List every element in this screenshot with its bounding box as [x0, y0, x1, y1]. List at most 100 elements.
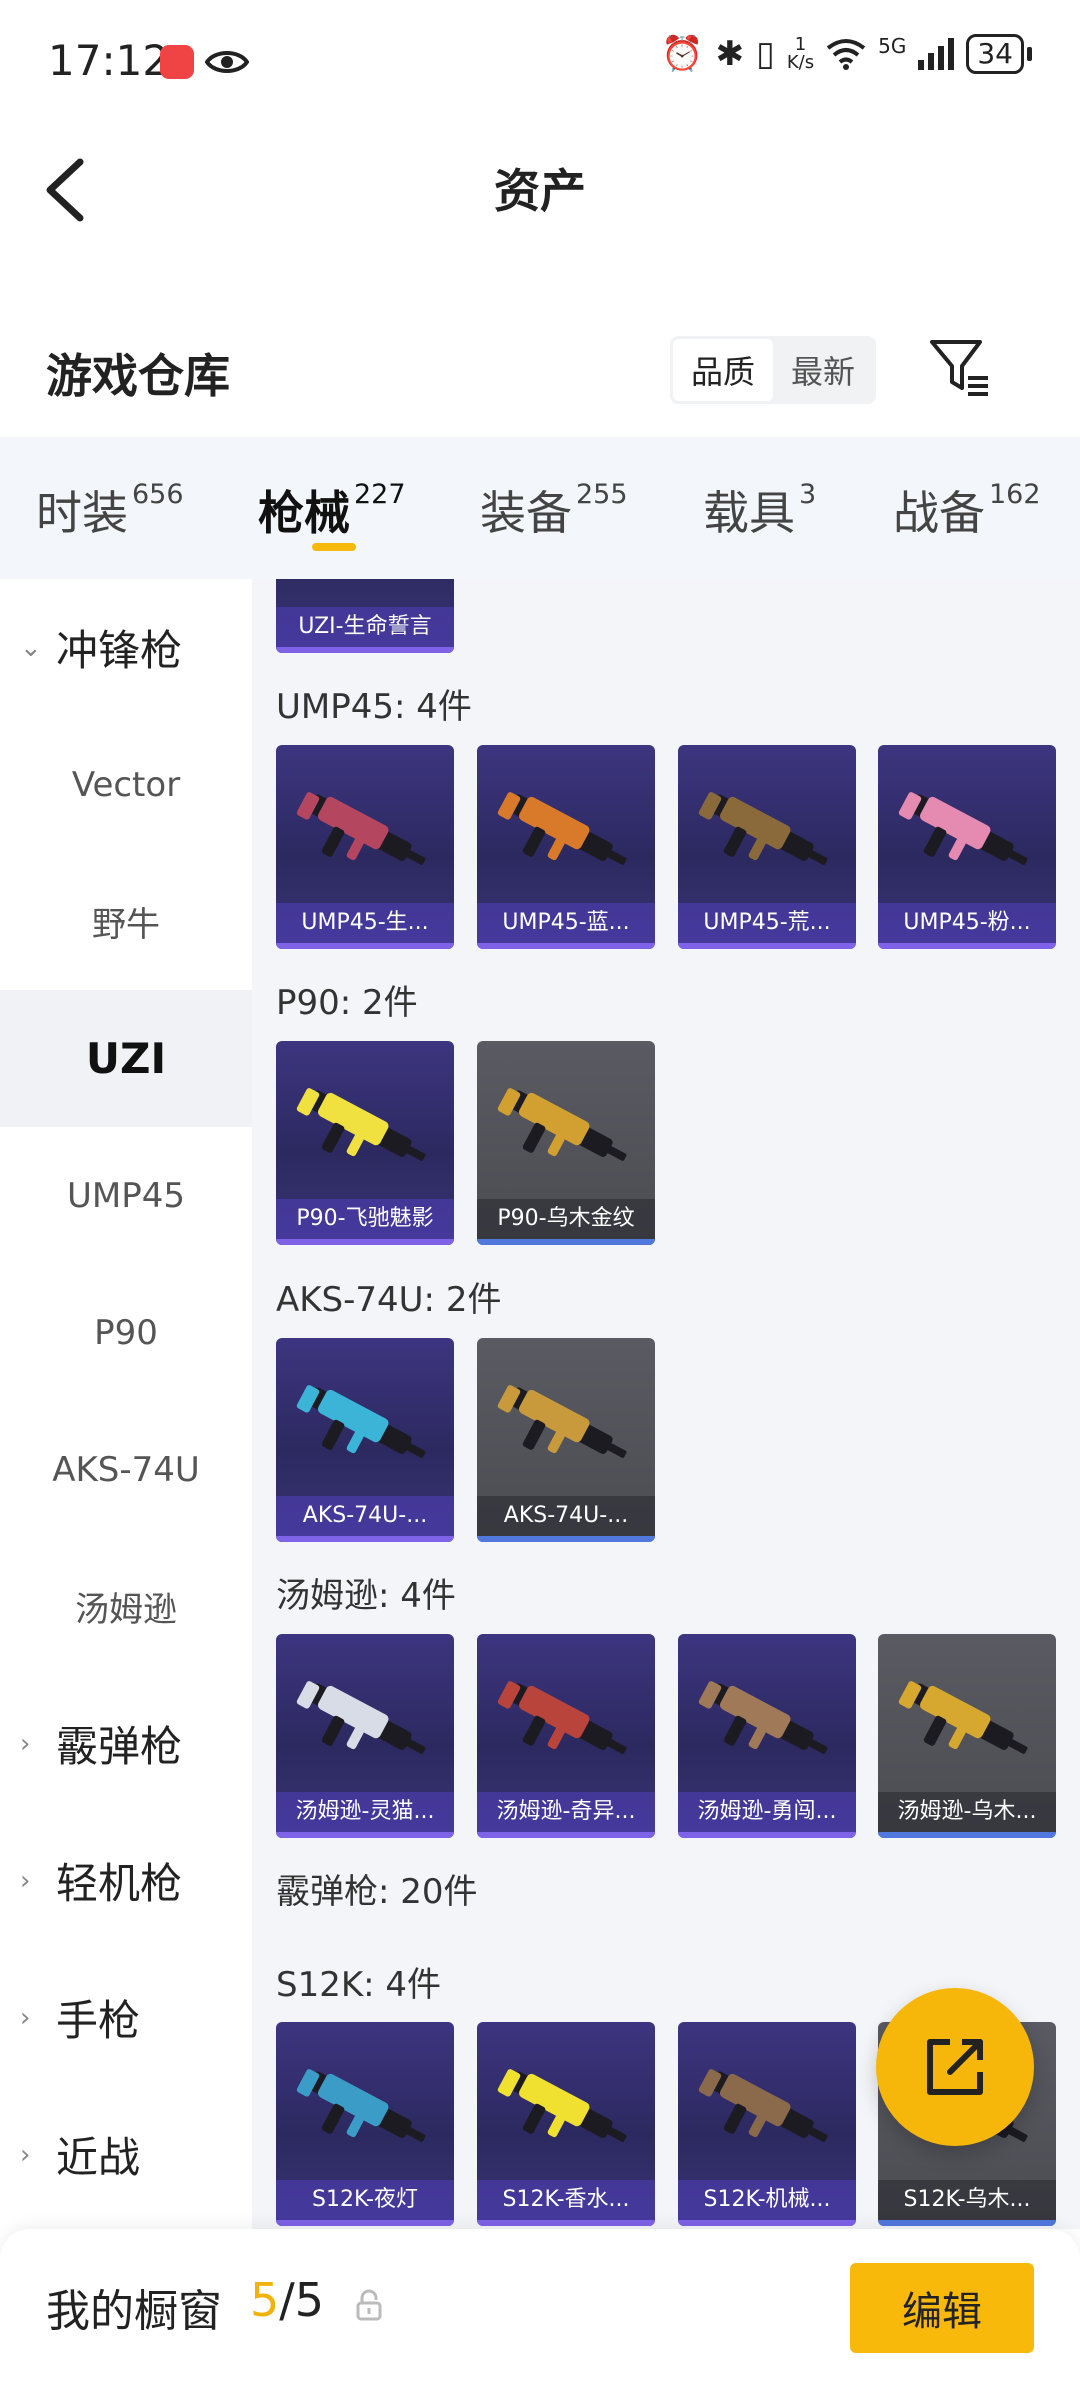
- sidebar-item-label: 汤姆逊: [75, 1590, 177, 1630]
- sidebar-item-label: Vector: [71, 764, 181, 805]
- sort-newest-button[interactable]: 最新: [773, 339, 873, 401]
- weapon-card[interactable]: S12K-夜灯: [276, 2022, 454, 2226]
- weapon-card[interactable]: UMP45-荒...: [678, 745, 856, 949]
- weapon-card-label: UMP45-荒...: [678, 903, 856, 943]
- weapon-card-label: S12K-夜灯: [276, 2180, 454, 2220]
- sidebar-item-p90[interactable]: P90: [0, 1264, 252, 1401]
- sidebar-item-lmg[interactable]: › 轻机枪: [0, 1812, 252, 1949]
- weapon-card-label: AKS-74U-...: [477, 1496, 655, 1536]
- eye-icon: [205, 51, 249, 73]
- weapon-card[interactable]: AKS-74U-...: [477, 1338, 655, 1542]
- gun-icon: [497, 2069, 627, 2142]
- weapon-card[interactable]: UMP45-生...: [276, 745, 454, 949]
- section-title: AKS-74U: 2件: [276, 1280, 502, 1320]
- gun-icon: [898, 1681, 1028, 1754]
- sidebar-item-bizon[interactable]: 野牛: [0, 853, 252, 990]
- lock-icon: [356, 2289, 382, 2321]
- showcase-count-current: 5: [250, 2273, 280, 2327]
- tab-fashion[interactable]: 时装 656: [36, 477, 184, 543]
- gun-icon: [698, 2069, 828, 2142]
- sort-quality-button[interactable]: 品质: [673, 339, 773, 401]
- section-title: P90: 2件: [276, 983, 418, 1023]
- sidebar-item-vector[interactable]: Vector: [0, 716, 252, 853]
- showcase-count: 5/5: [250, 2273, 324, 2327]
- weapon-card-label: S12K-乌木...: [878, 2180, 1056, 2220]
- weapon-card-label: P90-乌木金纹: [477, 1199, 655, 1239]
- sidebar-item-label: P90: [94, 1312, 158, 1353]
- section-title: 汤姆逊: 4件: [276, 1576, 456, 1616]
- sidebar-item-aks74u[interactable]: AKS-74U: [0, 1401, 252, 1538]
- chevron-right-icon: ›: [20, 2002, 31, 2033]
- tab-label: 时装: [36, 486, 128, 540]
- speed-unit: K/s: [786, 52, 815, 73]
- battery-icon: 34: [966, 34, 1032, 74]
- sidebar-item-ump45[interactable]: UMP45: [0, 1127, 252, 1264]
- sidebar-item-melee[interactable]: › 近战: [0, 2086, 252, 2223]
- chevron-down-icon: ⌄: [20, 632, 42, 663]
- weapon-card-label: UZI-生命誓言: [276, 607, 454, 647]
- weapon-card[interactable]: UZI-生命誓言: [276, 579, 454, 653]
- weapon-card[interactable]: S12K-香水...: [477, 2022, 655, 2226]
- gun-icon: [497, 1088, 627, 1161]
- weapon-card-label: 汤姆逊-勇闯...: [678, 1792, 856, 1832]
- weapon-card[interactable]: UMP45-粉...: [878, 745, 1056, 949]
- sort-toggle: 品质 最新: [670, 336, 876, 404]
- weapon-card[interactable]: 汤姆逊-乌木...: [878, 1634, 1056, 1838]
- tab-count: 255: [576, 479, 628, 510]
- sidebar-item-smg[interactable]: ⌄ 冲锋枪: [0, 579, 252, 716]
- tab-label: 载具: [703, 486, 795, 540]
- chevron-right-icon: ›: [20, 2139, 31, 2170]
- bluetooth-icon: ✱: [715, 34, 745, 74]
- tab-label: 战备: [893, 486, 985, 540]
- gun-icon: [497, 1681, 627, 1754]
- showcase-label: 我的橱窗: [46, 2286, 222, 2337]
- weapon-card-label: 汤姆逊-奇异...: [477, 1792, 655, 1832]
- share-button[interactable]: [876, 1988, 1034, 2146]
- tab-count: 656: [132, 479, 184, 510]
- weapon-card-label: UMP45-蓝...: [477, 903, 655, 943]
- weapon-card[interactable]: AKS-74U-...: [276, 1338, 454, 1542]
- sidebar-item-label: AKS-74U: [52, 1449, 200, 1490]
- section-title: S12K: 4件: [276, 1965, 442, 2005]
- gun-icon: [296, 792, 426, 865]
- gun-icon: [296, 1385, 426, 1458]
- gun-icon: [698, 792, 828, 865]
- weapon-card[interactable]: P90-乌木金纹: [477, 1041, 655, 1245]
- vibrate-icon: ▯: [756, 34, 775, 74]
- filter-icon[interactable]: [928, 336, 992, 400]
- showcase-bar: 我的橱窗 5/5 编辑: [0, 2229, 1080, 2382]
- weapon-card[interactable]: 汤姆逊-勇闯...: [678, 1634, 856, 1838]
- sidebar-item-label: 手枪: [56, 1996, 141, 2045]
- chevron-right-icon: ›: [20, 1728, 31, 1759]
- weapon-grid: UZI-生命誓言 UMP45: 4件 UMP45-生... UMP45-蓝...…: [252, 579, 1080, 2229]
- tab-battle-supplies[interactable]: 战备 162: [893, 477, 1041, 543]
- weapon-card-label: 汤姆逊-灵猫...: [276, 1792, 454, 1832]
- tab-count: 227: [354, 479, 406, 510]
- gun-icon: [698, 1681, 828, 1754]
- tab-label: 枪械: [258, 486, 350, 540]
- gun-icon: [296, 2069, 426, 2142]
- weapon-card[interactable]: UMP45-蓝...: [477, 745, 655, 949]
- weapon-card[interactable]: P90-飞驰魅影: [276, 1041, 454, 1245]
- chevron-right-icon: ›: [20, 1865, 31, 1896]
- sidebar-item-thompson[interactable]: 汤姆逊: [0, 1538, 252, 1675]
- share-external-icon: [927, 2039, 983, 2095]
- weapon-card[interactable]: 汤姆逊-奇异...: [477, 1634, 655, 1838]
- weapon-card[interactable]: 汤姆逊-灵猫...: [276, 1634, 454, 1838]
- tab-weapons[interactable]: 枪械 227: [258, 477, 406, 543]
- weapon-card-label: P90-飞驰魅影: [276, 1199, 454, 1239]
- tab-label: 装备: [480, 486, 572, 540]
- status-time: 17:12: [48, 36, 170, 85]
- sidebar-item-uzi[interactable]: UZI: [0, 990, 252, 1127]
- sidebar-item-pistol[interactable]: › 手枪: [0, 1949, 252, 2086]
- wifi-icon: [826, 39, 866, 70]
- tab-vehicles[interactable]: 载具 3: [703, 477, 816, 543]
- showcase-count-total: 5: [294, 2273, 325, 2327]
- edit-button[interactable]: 编辑: [850, 2263, 1034, 2353]
- sidebar-item-shotgun[interactable]: › 霰弹枪: [0, 1675, 252, 1812]
- weapon-card[interactable]: S12K-机械...: [678, 2022, 856, 2226]
- weapon-card-label: UMP45-生...: [276, 903, 454, 943]
- section-title: 霰弹枪: 20件: [276, 1872, 478, 1912]
- sidebar-item-label: 霰弹枪: [56, 1722, 183, 1771]
- tab-equipment[interactable]: 装备 255: [480, 477, 628, 543]
